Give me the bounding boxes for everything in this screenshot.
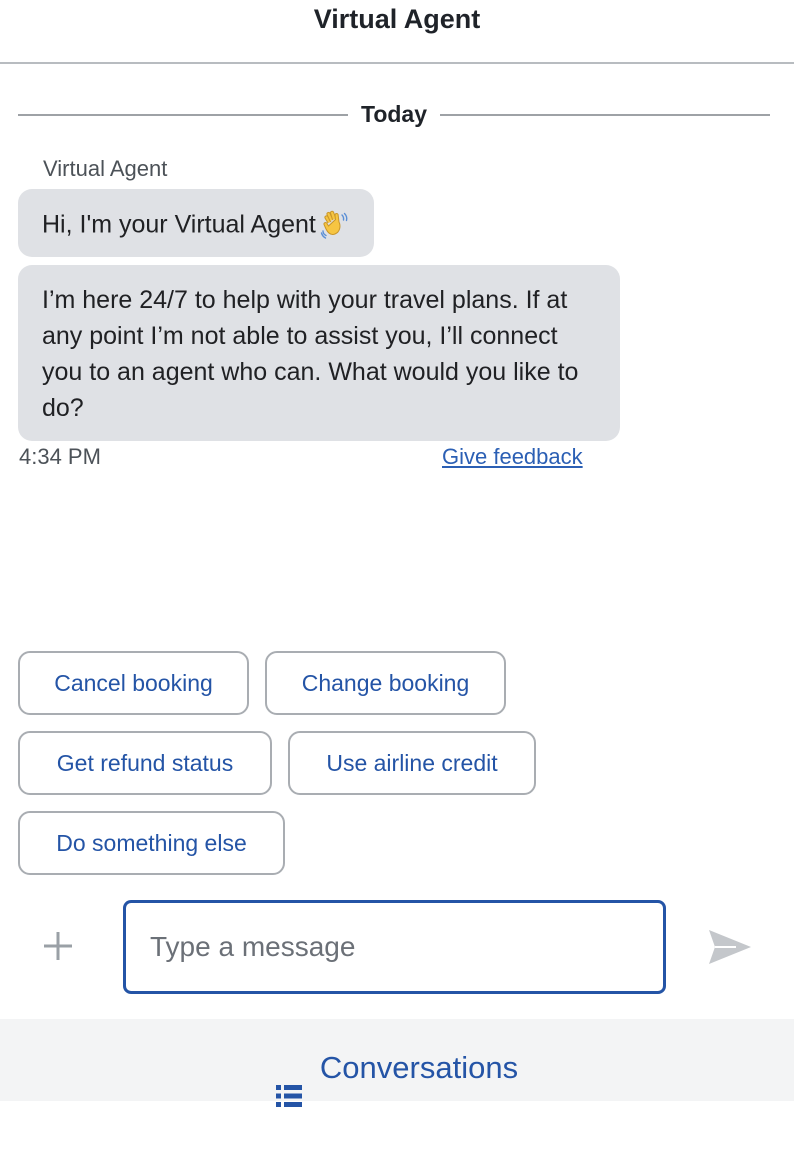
welcome-message-bubble: I’m here 24/7 to help with your travel p… — [18, 265, 620, 441]
message-input[interactable] — [123, 900, 666, 994]
header-bar: Virtual Agent — [0, 0, 794, 64]
quick-reply-refund-status[interactable]: Get refund status — [18, 731, 272, 795]
plus-icon[interactable] — [38, 926, 78, 966]
footer-bar: Conversations — [0, 1019, 794, 1107]
divider-line-right — [440, 114, 770, 116]
quick-reply-cancel-booking[interactable]: Cancel booking — [18, 651, 249, 715]
quick-reply-airline-credit[interactable]: Use airline credit — [288, 731, 536, 795]
welcome-message-text: I’m here 24/7 to help with your travel p… — [42, 286, 579, 422]
message-timestamp: 4:34 PM — [19, 444, 101, 469]
message-sender-name: Virtual Agent — [43, 156, 168, 181]
send-icon[interactable] — [706, 926, 754, 968]
conversations-label: Conversations — [319, 1050, 519, 1085]
give-feedback-link[interactable]: Give feedback — [442, 444, 583, 470]
conversations-button[interactable]: Conversations — [0, 1019, 794, 1107]
quick-reply-change-booking[interactable]: Change booking — [265, 651, 506, 715]
list-icon — [275, 1054, 302, 1107]
header-title: Virtual Agent — [313, 4, 481, 34]
quick-reply-something-else[interactable]: Do something else — [18, 811, 285, 875]
day-divider: Today — [18, 100, 770, 130]
greeting-message-text: Hi, I'm your Virtual Agent — [42, 210, 316, 239]
greeting-message-bubble: Hi, I'm your Virtual Agent — [18, 189, 374, 257]
waving-hand-icon — [320, 209, 350, 240]
